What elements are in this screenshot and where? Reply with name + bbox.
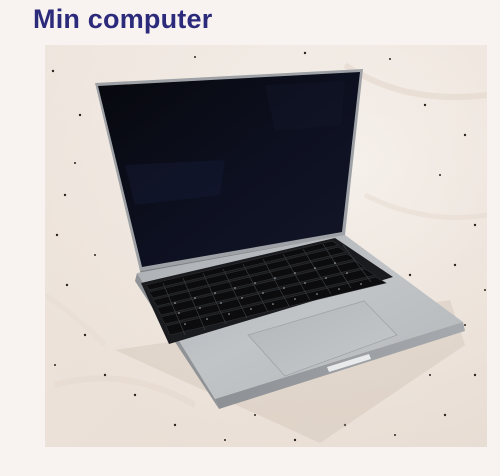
laptop-photo (45, 45, 487, 447)
laptop-photo-drawing (45, 45, 487, 447)
page: Min computer (0, 0, 500, 476)
page-title: Min computer (33, 4, 213, 34)
